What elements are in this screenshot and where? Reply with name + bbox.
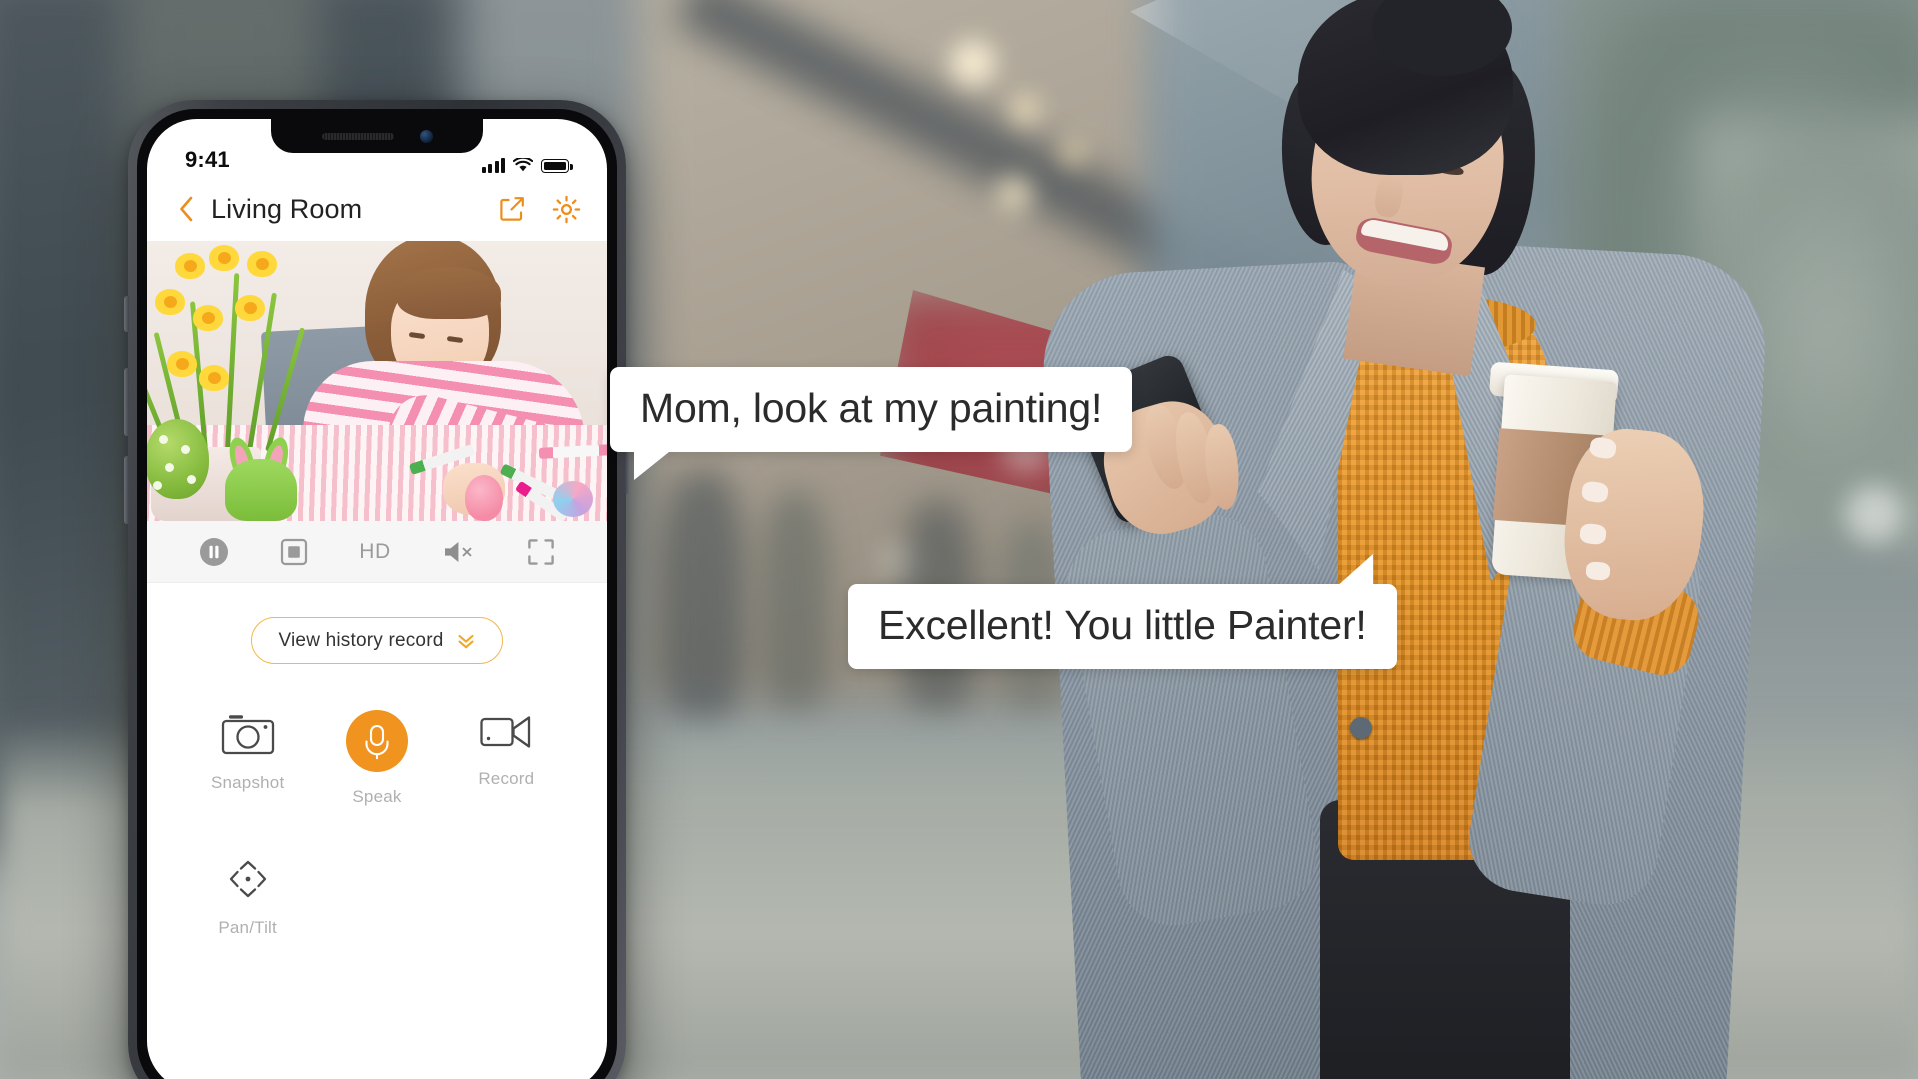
snapshot-button[interactable]: Snapshot bbox=[183, 710, 312, 807]
woman-figure bbox=[1020, 0, 1770, 1079]
daffodil-flower bbox=[193, 305, 223, 331]
cellular-signal-icon bbox=[481, 158, 505, 173]
video-player-controls: HD bbox=[147, 521, 607, 583]
wifi-icon bbox=[513, 158, 533, 172]
coat-button bbox=[1350, 717, 1372, 739]
page-title: Living Room bbox=[211, 193, 363, 224]
app-navigation-bar: Living Room bbox=[147, 177, 607, 241]
fullscreen-button[interactable] bbox=[527, 538, 555, 566]
mute-switch-button[interactable] bbox=[124, 296, 129, 332]
snapshot-label: Snapshot bbox=[210, 773, 285, 792]
record-button[interactable]: Record bbox=[442, 710, 571, 807]
green-polka-dot-egg bbox=[147, 419, 209, 499]
volume-down-button[interactable] bbox=[124, 456, 129, 524]
pan-tilt-icon bbox=[229, 860, 266, 898]
share-icon[interactable] bbox=[498, 195, 526, 223]
daffodil-flower bbox=[199, 365, 229, 391]
daffodil-flower bbox=[235, 295, 265, 321]
daffodil-flower bbox=[209, 245, 239, 271]
decorated-egg bbox=[553, 481, 593, 517]
back-button[interactable] bbox=[169, 195, 203, 223]
speak-button-circle bbox=[345, 710, 408, 772]
secondary-action-placeholder bbox=[442, 855, 571, 938]
history-button-label: View history record bbox=[278, 629, 444, 651]
speak-button[interactable]: Speak bbox=[312, 710, 441, 807]
pan-tilt-label: Pan/Tilt bbox=[218, 918, 277, 937]
gear-icon[interactable] bbox=[552, 195, 581, 224]
smartphone-mockup: 9:41 Living Room HD View history record … bbox=[124, 100, 630, 1079]
microphone-icon bbox=[365, 724, 389, 760]
green-bunny-toy bbox=[225, 459, 297, 521]
secondary-actions-row: Pan/Tilt bbox=[147, 807, 607, 938]
pedestrian-blur bbox=[760, 490, 830, 710]
pink-egg bbox=[465, 475, 503, 521]
video-quality-label: HD bbox=[359, 539, 391, 563]
chevron-left-icon bbox=[180, 196, 193, 222]
daffodil-flower bbox=[247, 251, 277, 277]
nav-actions bbox=[498, 195, 581, 224]
pedestrian-blur bbox=[660, 470, 746, 720]
mute-button[interactable] bbox=[442, 539, 476, 565]
status-bar-indicators bbox=[481, 158, 573, 173]
pause-circle-icon bbox=[199, 537, 228, 566]
stop-button[interactable] bbox=[280, 538, 308, 566]
live-video-feed[interactable] bbox=[147, 241, 607, 521]
speak-label: Speak bbox=[352, 787, 402, 806]
speech-bubble-child-text: Mom, look at my painting! bbox=[640, 385, 1103, 431]
chevron-double-down-icon bbox=[457, 634, 474, 648]
fullscreen-expand-icon bbox=[528, 538, 555, 565]
volume-up-button[interactable] bbox=[124, 368, 129, 436]
speech-bubble-mother: Excellent! You little Painter! bbox=[848, 554, 1397, 669]
video-quality-button[interactable]: HD bbox=[359, 540, 391, 564]
speech-bubble-mother-text: Excellent! You little Painter! bbox=[878, 602, 1367, 648]
battery-full-icon bbox=[541, 159, 573, 173]
record-label: Record bbox=[478, 769, 535, 788]
pause-button[interactable] bbox=[199, 537, 229, 567]
video-camera-icon bbox=[480, 716, 531, 748]
primary-actions-row: Snapshot Speak Record bbox=[147, 664, 607, 807]
status-bar-time: 9:41 bbox=[185, 147, 230, 172]
secondary-action-placeholder bbox=[312, 855, 441, 938]
daffodil-flower bbox=[167, 351, 197, 377]
bokeh-light bbox=[950, 40, 996, 86]
speech-bubble-child: Mom, look at my painting! bbox=[610, 367, 1133, 480]
view-history-record-button[interactable]: View history record bbox=[251, 617, 503, 664]
camera-icon bbox=[221, 715, 274, 755]
status-bar: 9:41 bbox=[147, 119, 607, 177]
bokeh-light bbox=[1845, 485, 1903, 543]
child-bangs bbox=[397, 267, 501, 319]
fingernail bbox=[1585, 561, 1611, 581]
fingernail bbox=[1579, 522, 1607, 546]
daffodil-flower bbox=[155, 289, 185, 315]
pan-tilt-button[interactable]: Pan/Tilt bbox=[183, 855, 312, 938]
phone-screen: 9:41 Living Room HD View history record … bbox=[147, 119, 607, 1079]
stop-square-icon bbox=[280, 538, 308, 565]
daffodil-flower bbox=[175, 253, 205, 279]
history-section: View history record bbox=[147, 583, 607, 664]
speaker-mute-icon bbox=[445, 541, 472, 562]
